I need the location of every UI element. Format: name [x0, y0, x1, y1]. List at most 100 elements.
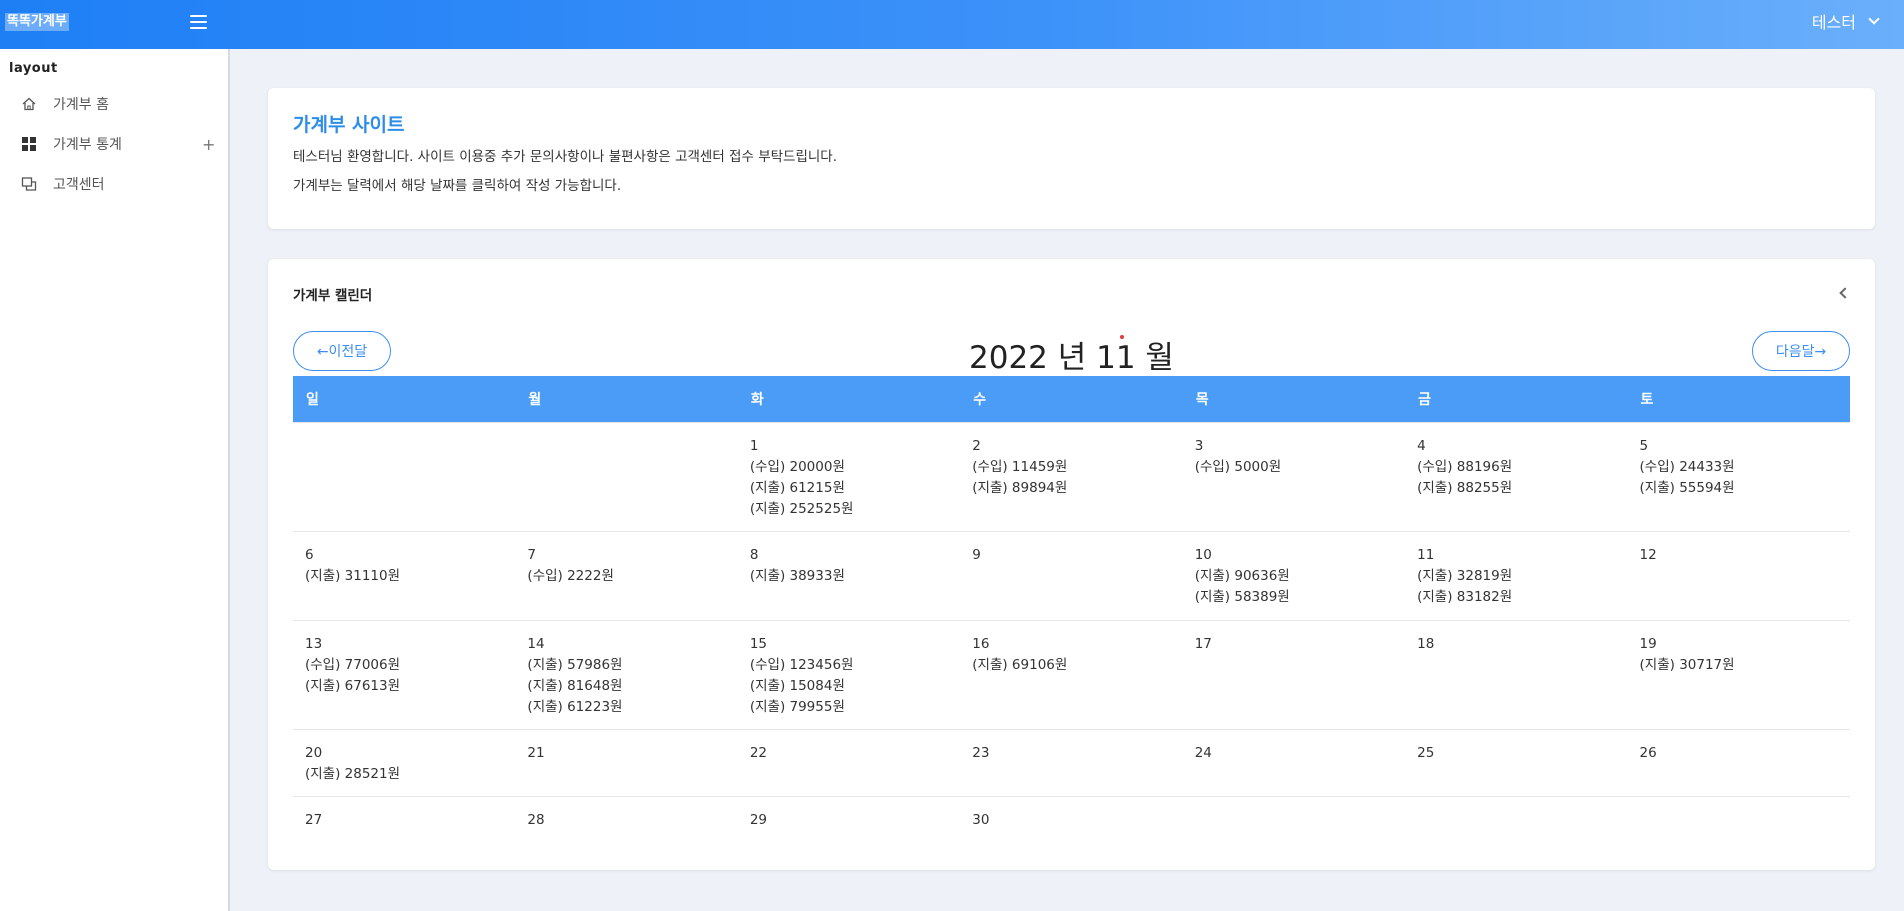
calendar-day-cell[interactable]: 27: [293, 796, 515, 851]
calendar-day-cell[interactable]: 11 (지출) 32819원 (지출) 83182원: [1405, 531, 1627, 620]
sidebar-item-label: 고객센터: [53, 177, 105, 193]
sidebar-item-home[interactable]: 가계부 홈: [0, 89, 228, 119]
day-number: 29: [749, 811, 768, 828]
ledger-entry[interactable]: (지출) 31110원: [305, 566, 503, 587]
ledger-entry[interactable]: (지출) 15084원: [750, 676, 948, 697]
ledger-entry[interactable]: (지출) 61215원: [750, 478, 948, 499]
ledger-entry[interactable]: (수입) 24433원: [1640, 457, 1838, 478]
ledger-entry[interactable]: (수입) 11459원: [972, 457, 1170, 478]
day-number: 1: [749, 437, 759, 454]
calendar-day-cell[interactable]: 5 (수입) 24433원 (지출) 55594원: [1628, 422, 1850, 531]
user-menu[interactable]: 테스터: [1812, 9, 1880, 33]
ledger-entry[interactable]: (지출) 30717원: [1640, 655, 1838, 676]
calendar-week-row: 1 (수입) 20000원 (지출) 61215원 (지출) 252525원 2 (수입)…: [293, 422, 1850, 531]
ledger-entry[interactable]: (지출) 28521원: [305, 764, 503, 785]
weekday-mon: 월: [528, 391, 542, 408]
ledger-entry[interactable]: (수입) 88196원: [1417, 457, 1615, 478]
ledger-entry[interactable]: (지출) 67613원: [305, 676, 503, 697]
sidebar-section-title: layout: [9, 61, 58, 76]
calendar-day-cell[interactable]: 3 (수입) 5000원: [1183, 422, 1405, 531]
ledger-entry[interactable]: (지출) 32819원: [1417, 566, 1615, 587]
ledger-entry[interactable]: (지출) 61223원: [527, 697, 725, 718]
ledger-entry[interactable]: (지출) 57986원: [527, 655, 725, 676]
ledger-entry[interactable]: (지출) 90636원: [1195, 566, 1393, 587]
calendar-day-cell[interactable]: 17: [1183, 620, 1405, 729]
calendar-day-cell[interactable]: 9: [960, 531, 1182, 620]
day-number: 12: [1639, 546, 1657, 563]
ledger-entry[interactable]: (지출) 252525원: [750, 499, 948, 520]
day-number: 16: [972, 635, 990, 652]
sidebar-item-support[interactable]: 고객센터: [0, 169, 228, 199]
calendar-week-row: 6 (지출) 31110원 7 (수입) 2222원 8 (지출) 38933원 9 10 (지…: [293, 531, 1850, 620]
calendar-day-cell[interactable]: 24: [1183, 729, 1405, 796]
day-number: 26: [1639, 744, 1657, 761]
ledger-entry[interactable]: (지출) 69106원: [972, 655, 1170, 676]
calendar-day-cell[interactable]: 4 (수입) 88196원 (지출) 88255원: [1405, 422, 1627, 531]
day-number: 23: [972, 744, 990, 761]
calendar-day-cell[interactable]: 26: [1628, 729, 1850, 796]
ledger-entry[interactable]: (지출) 58389원: [1195, 587, 1393, 608]
sidebar-item-label: 가계부 통계: [53, 137, 122, 153]
calendar-day-cell: [293, 422, 515, 531]
collapse-chevron-icon[interactable]: [1839, 287, 1851, 299]
weekday-tue: 화: [750, 391, 764, 408]
calendar-day-cell[interactable]: 20 (지출) 28521원: [293, 729, 515, 796]
calendar-day-cell[interactable]: 14 (지출) 57986원 (지출) 81648원 (지출) 61223원: [515, 620, 737, 729]
calendar-day-cell[interactable]: 30: [960, 796, 1182, 851]
calendar-day-cell: [1628, 796, 1850, 851]
day-number: 17: [1194, 635, 1212, 652]
welcome-card: 가계부 사이트 테스터님 환영합니다. 사이트 이용중 추가 문의사항이나 불편…: [268, 88, 1875, 229]
sidebar-item-stats[interactable]: 가계부 통계 +: [0, 129, 228, 159]
ledger-entry[interactable]: (수입) 123456원: [750, 655, 948, 676]
weekday-header-row: 일 월 화 수 목 금 토: [293, 376, 1850, 422]
copy-icon: [21, 177, 37, 191]
ledger-entry[interactable]: (지출) 83182원: [1417, 587, 1615, 608]
page-title: 가계부 사이트: [293, 114, 405, 136]
calendar-week-row: 13 (수입) 77006원 (지출) 67613원 14 (지출) 57986원 (지출…: [293, 620, 1850, 729]
day-number: 5: [1639, 437, 1649, 454]
ledger-entry[interactable]: (수입) 2222원: [527, 566, 725, 587]
expand-plus-icon[interactable]: +: [202, 135, 215, 154]
calendar-day-cell[interactable]: 28: [515, 796, 737, 851]
calendar-week-row: 20 (지출) 28521원 21 22 23 24 25 26: [293, 729, 1850, 796]
brand-logo[interactable]: 똑똑가계부: [5, 13, 69, 31]
calendar-day-cell[interactable]: 2 (수입) 11459원 (지출) 89894원: [960, 422, 1182, 531]
day-number: 8: [749, 546, 759, 563]
next-month-button[interactable]: 다음달→: [1752, 331, 1850, 371]
calendar-card: 가계부 캘린더 ←이전달 2022 년 11 월 다음달→ 일 월 화 수 목 …: [268, 259, 1875, 870]
calendar-day-cell[interactable]: 13 (수입) 77006원 (지출) 67613원: [293, 620, 515, 729]
calendar-day-cell[interactable]: 19 (지출) 30717원: [1628, 620, 1850, 729]
calendar-day-cell[interactable]: 7 (수입) 2222원: [515, 531, 737, 620]
calendar-day-cell[interactable]: 16 (지출) 69106원: [960, 620, 1182, 729]
calendar-day-cell: [1183, 796, 1405, 851]
day-number: 27: [305, 811, 323, 828]
calendar-day-cell[interactable]: 21: [515, 729, 737, 796]
ledger-entry[interactable]: (지출) 55594원: [1640, 478, 1838, 499]
ledger-entry[interactable]: (지출) 81648원: [527, 676, 725, 697]
day-number: 15: [749, 635, 768, 652]
calendar-day-cell[interactable]: 29: [738, 796, 960, 851]
ledger-entry[interactable]: (지출) 88255원: [1417, 478, 1615, 499]
grid-icon: [22, 137, 36, 151]
ledger-entry[interactable]: (수입) 5000원: [1195, 457, 1393, 478]
hamburger-menu-icon[interactable]: [190, 15, 207, 29]
ledger-entry[interactable]: (수입) 20000원: [750, 457, 948, 478]
calendar-day-cell[interactable]: 25: [1405, 729, 1627, 796]
ledger-entry[interactable]: (수입) 77006원: [305, 655, 503, 676]
ledger-entry[interactable]: (지출) 38933원: [750, 566, 948, 587]
calendar-day-cell[interactable]: 6 (지출) 31110원: [293, 531, 515, 620]
ledger-entry[interactable]: (지출) 79955원: [750, 697, 948, 718]
calendar-day-cell[interactable]: 18: [1405, 620, 1627, 729]
day-number: 9: [972, 546, 981, 563]
calendar-day-cell[interactable]: 12: [1628, 531, 1850, 620]
calendar-day-cell[interactable]: 10 (지출) 90636원 (지출) 58389원: [1183, 531, 1405, 620]
calendar-day-cell[interactable]: 22: [738, 729, 960, 796]
calendar-day-cell[interactable]: 15 (수입) 123456원 (지출) 15084원 (지출) 79955원: [738, 620, 960, 729]
calendar-day-cell[interactable]: 1 (수입) 20000원 (지출) 61215원 (지출) 252525원: [738, 422, 960, 531]
ledger-entry[interactable]: (지출) 89894원: [972, 478, 1170, 499]
day-number: 20: [305, 744, 323, 761]
cursor-dot: [1120, 335, 1124, 339]
calendar-day-cell[interactable]: 8 (지출) 38933원: [738, 531, 960, 620]
calendar-day-cell[interactable]: 23: [960, 729, 1182, 796]
day-number: 24: [1194, 744, 1212, 761]
